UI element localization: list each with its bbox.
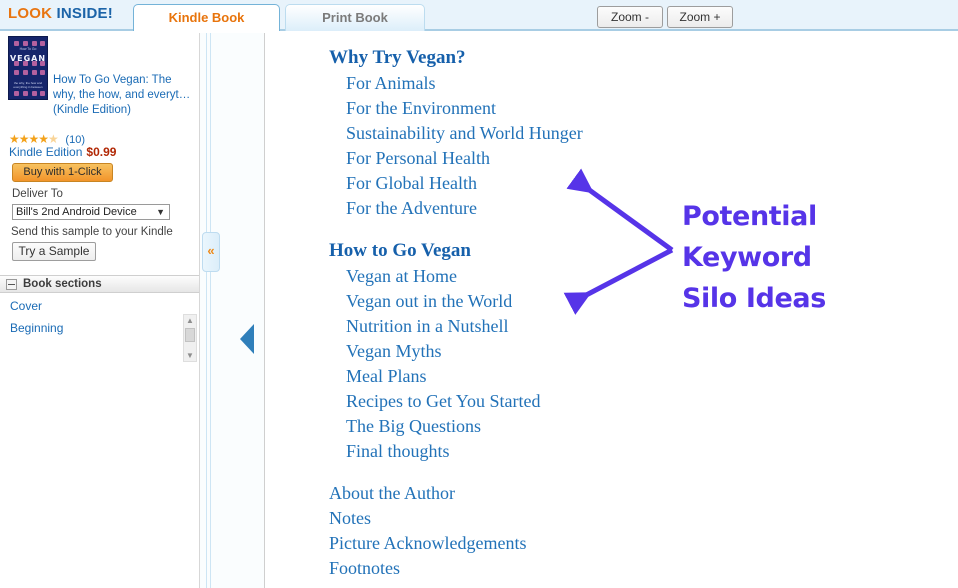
toc-heading-how-to-go-vegan[interactable]: How to Go Vegan [329, 240, 471, 262]
section-link-cover[interactable]: Cover [10, 299, 42, 313]
chevron-down-icon: ▼ [156, 207, 165, 217]
annotation-text: Potential Keyword Silo Ideas [682, 196, 942, 319]
toc-item-meal-plans[interactable]: Meal Plans [346, 366, 427, 387]
book-sections-header[interactable]: Book sections [0, 275, 199, 293]
top-toolbar: LOOK INSIDE! Kindle Book Print Book Zoom… [0, 0, 958, 31]
buy-with-1-click-button[interactable]: Buy with 1-Click [12, 163, 113, 182]
deliver-to-select[interactable]: Bill's 2nd Android Device ▼ [12, 204, 170, 220]
scroll-down-arrow-icon[interactable]: ▼ [184, 350, 196, 361]
scrollbar-thumb[interactable] [185, 328, 195, 342]
toc-item-for-global-health[interactable]: For Global Health [346, 173, 477, 194]
rating-stars: ★★★★ [9, 132, 49, 146]
book-title-link[interactable]: How To Go Vegan: The why, the how, and e… [53, 73, 195, 118]
edition-label: Kindle Edition [9, 145, 83, 159]
toc-item-nutrition-in-a-nutshell[interactable]: Nutrition in a Nutshell [346, 316, 508, 337]
minus-collapse-icon[interactable] [6, 279, 17, 290]
toc-item-footnotes[interactable]: Footnotes [329, 558, 400, 579]
toc-item-vegan-out-in-the-world[interactable]: Vegan out in the World [346, 291, 512, 312]
toc-item-the-big-questions[interactable]: The Big Questions [346, 416, 481, 437]
double-chevron-left-icon: « [207, 243, 215, 258]
tab-print-book[interactable]: Print Book [285, 4, 425, 31]
toc-heading-why-try-vegan[interactable]: Why Try Vegan? [329, 47, 466, 69]
toc-item-for-personal-health[interactable]: For Personal Health [346, 148, 490, 169]
collapse-sidebar-button[interactable]: « [202, 232, 220, 272]
annotation-line-1: Potential [682, 201, 817, 232]
deliver-to-value: Bill's 2nd Android Device [16, 206, 137, 218]
toc-item-picture-acknowledgements[interactable]: Picture Acknowledgements [329, 533, 526, 554]
rating-widget[interactable]: ★★★★★ (10) [9, 131, 85, 146]
toc-item-for-the-adventure[interactable]: For the Adventure [346, 198, 477, 219]
left-sidebar: How To Go VEGAN the why, the how and eve… [0, 33, 199, 588]
gutter-rule-2 [210, 33, 211, 588]
zoom-out-button[interactable]: Zoom - [597, 6, 663, 28]
send-sample-label: Send this sample to your Kindle [11, 226, 173, 238]
toc-item-vegan-myths[interactable]: Vegan Myths [346, 341, 442, 362]
book-sections-title: Book sections [23, 278, 102, 290]
cover-subline: the why, the how and everything in betwe… [13, 81, 43, 89]
look-inside-logo: LOOK INSIDE! [8, 5, 113, 22]
gutter-rule-1 [206, 33, 207, 588]
cover-title-text: VEGAN [9, 54, 47, 63]
toc-item-final-thoughts[interactable]: Final thoughts [346, 441, 450, 462]
price-value: $0.99 [86, 145, 117, 159]
toc-item-notes[interactable]: Notes [329, 508, 371, 529]
zoom-in-button[interactable]: Zoom + [667, 6, 733, 28]
toc-item-recipes-to-get-you-started[interactable]: Recipes to Get You Started [346, 391, 540, 412]
scroll-up-arrow-icon[interactable]: ▲ [184, 315, 196, 326]
toc-item-about-the-author[interactable]: About the Author [329, 483, 455, 504]
toc-item-sustainability-and-world-hunger[interactable]: Sustainability and World Hunger [346, 123, 583, 144]
section-link-beginning[interactable]: Beginning [10, 321, 63, 335]
toc-item-for-animals[interactable]: For Animals [346, 73, 436, 94]
book-cover-image[interactable]: How To Go VEGAN the why, the how and eve… [8, 36, 48, 100]
rating-half-star: ★ [48, 132, 59, 146]
annotation-line-2: Keyword [682, 242, 812, 273]
annotation-line-3: Silo Ideas [682, 283, 826, 314]
deliver-to-label: Deliver To [12, 188, 63, 200]
look-inside-inside-text: INSIDE! [56, 5, 113, 22]
tab-kindle-book[interactable]: Kindle Book [133, 4, 280, 31]
look-inside-look-text: LOOK [8, 5, 53, 22]
toc-item-vegan-at-home[interactable]: Vegan at Home [346, 266, 457, 287]
page-gutter [199, 33, 265, 588]
toc-item-for-the-environment[interactable]: For the Environment [346, 98, 496, 119]
cover-superline: How To Go [19, 47, 37, 51]
price-row: Kindle Edition $0.99 [9, 145, 116, 159]
book-sections-scrollbar[interactable]: ▲ ▼ [183, 314, 197, 362]
previous-page-arrow-icon[interactable] [240, 324, 254, 354]
try-a-sample-button[interactable]: Try a Sample [12, 242, 96, 261]
